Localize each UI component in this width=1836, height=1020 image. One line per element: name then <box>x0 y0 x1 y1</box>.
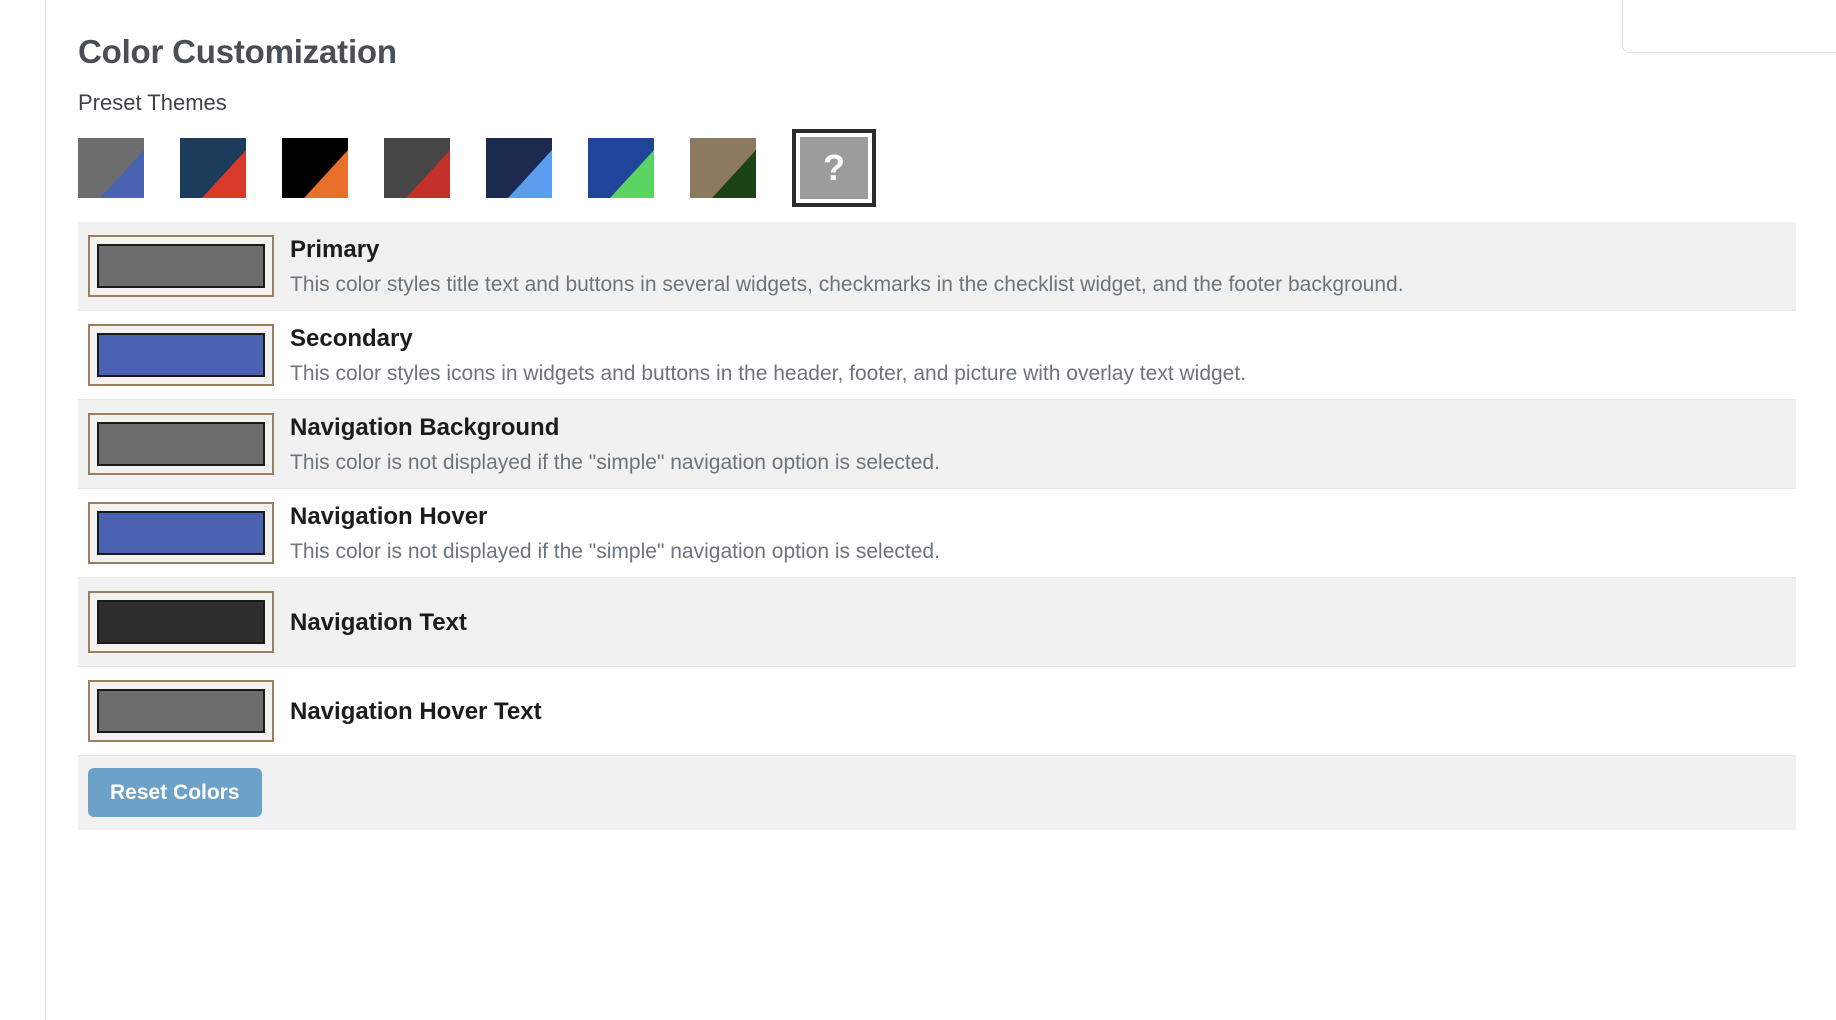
color-row-text: Navigation Hover This color is not displa… <box>290 500 1796 565</box>
preset-themes-list: ? <box>78 116 1798 208</box>
color-row-text: Secondary This color styles icons in widg… <box>290 322 1796 387</box>
color-swatch <box>97 510 265 555</box>
reset-colors-button[interactable]: Reset Colors <box>88 768 262 818</box>
preset-swatch-0[interactable] <box>78 138 144 199</box>
color-row-title: Navigation Hover Text <box>290 697 542 725</box>
color-swatch <box>97 332 265 377</box>
color-row-title: Navigation Background <box>290 413 560 441</box>
color-row: Navigation Background This color is not d… <box>78 399 1796 488</box>
reset-colors-row: Reset Colors <box>78 755 1796 830</box>
color-row: Primary This color styles title text and … <box>78 221 1796 310</box>
preset-accent-triangle-icon <box>712 150 756 199</box>
color-picker-navigation-hover-text[interactable] <box>88 679 274 742</box>
color-picker-navigation-text[interactable] <box>88 590 274 653</box>
color-row: Navigation Hover This color is not displa… <box>78 488 1796 577</box>
color-row-description: This color styles title text and buttons… <box>290 272 1404 296</box>
color-row-text: Navigation Hover Text <box>290 695 1796 727</box>
preset-accent-triangle-icon <box>100 150 144 199</box>
color-picker-navigation-background[interactable] <box>88 412 274 475</box>
color-row-text: Navigation Background This color is not d… <box>290 411 1796 476</box>
preset-swatch-5[interactable] <box>588 138 654 199</box>
preset-swatch-6[interactable] <box>690 138 756 199</box>
color-rows-list: Primary This color styles title text and … <box>78 221 1796 756</box>
color-swatch <box>97 243 265 288</box>
color-customization-panel: Color Customization Preset Themes ? Prim… <box>78 0 1798 830</box>
color-swatch <box>97 599 265 644</box>
color-picker-secondary[interactable] <box>88 323 274 386</box>
color-row-title: Navigation Text <box>290 608 467 636</box>
color-swatch <box>97 688 265 733</box>
color-row-text: Navigation Text <box>290 606 1796 638</box>
preset-swatch-2[interactable] <box>282 138 348 199</box>
panel-left-divider <box>45 0 46 1020</box>
color-row-title: Navigation Hover <box>290 502 488 530</box>
question-mark-icon: ? <box>800 137 868 200</box>
color-picker-navigation-hover[interactable] <box>88 501 274 564</box>
color-swatch <box>97 421 265 466</box>
preset-accent-triangle-icon <box>304 150 348 199</box>
preset-swatch-3[interactable] <box>384 138 450 199</box>
preset-accent-triangle-icon <box>610 150 654 199</box>
page-title: Color Customization <box>78 33 397 70</box>
preset-swatch-1[interactable] <box>180 138 246 199</box>
preset-themes-label: Preset Themes <box>78 89 227 115</box>
color-row-description: This color is not displayed if the "simp… <box>290 450 940 474</box>
color-picker-primary[interactable] <box>88 234 274 297</box>
color-row: Secondary This color styles icons in widg… <box>78 310 1796 399</box>
color-row: Navigation Text <box>78 577 1796 666</box>
color-row-title: Secondary <box>290 324 413 352</box>
preset-swatch-4[interactable] <box>486 138 552 199</box>
color-row-description: This color is not displayed if the "simp… <box>290 539 940 563</box>
color-row: Navigation Hover Text <box>78 666 1796 755</box>
color-row-description: This color styles icons in widgets and b… <box>290 361 1247 385</box>
color-row-title: Primary <box>290 235 380 263</box>
preset-accent-triangle-icon <box>202 150 246 199</box>
preset-accent-triangle-icon <box>406 150 450 199</box>
preset-swatch-unknown[interactable]: ? <box>792 129 876 208</box>
color-row-text: Primary This color styles title text and … <box>290 233 1796 298</box>
preset-accent-triangle-icon <box>508 150 552 199</box>
